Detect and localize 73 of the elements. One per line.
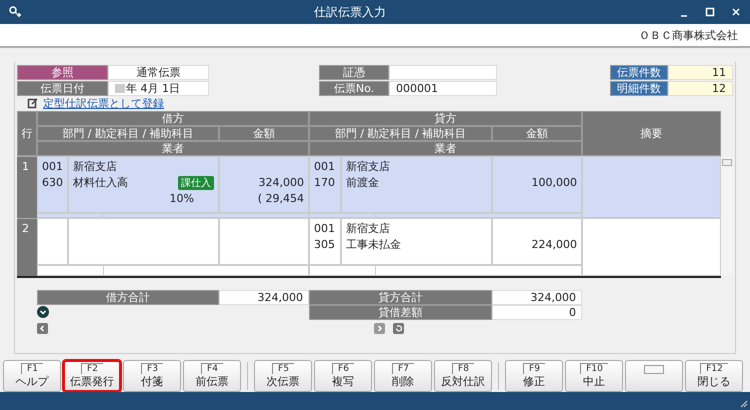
company-name: ＯＢＣ商事株式会社	[639, 28, 738, 42]
total-value: 324,000	[219, 290, 309, 305]
column-header: 金額	[219, 126, 309, 141]
total-label: 借方合計	[37, 290, 219, 305]
column-header: 部門 / 勘定科目 / 補助科目	[309, 126, 492, 141]
function-key[interactable]: F12 閉じる	[685, 360, 743, 392]
column-header: 金額	[492, 126, 582, 141]
date-field[interactable]: 年 4月 1日	[108, 81, 209, 96]
total-label: 貸方合計	[309, 290, 492, 305]
count-label: 明細件数	[610, 81, 668, 96]
column-header: 摘要	[582, 111, 721, 156]
function-key[interactable]	[625, 360, 683, 392]
department-code: 001	[314, 222, 336, 235]
amount: 224,000	[532, 238, 577, 251]
row-number: 2	[17, 218, 37, 276]
memo-cell[interactable]	[582, 218, 721, 276]
search-icon[interactable]	[8, 6, 22, 18]
function-key[interactable]: F8 反対仕訳	[434, 360, 492, 392]
tax-amount: ( 29,454	[258, 192, 304, 205]
function-key[interactable]: F2 伝票発行	[63, 360, 121, 392]
amount: 324,000	[258, 176, 304, 189]
tax-rate: 10%	[170, 192, 194, 205]
department-name: 新宿支店	[73, 159, 117, 174]
account-code: 170	[314, 176, 336, 189]
column-header: 行	[17, 111, 37, 156]
total-value: 0	[492, 304, 582, 320]
amount: 100,000	[532, 176, 577, 189]
count-label: 伝票件数	[610, 65, 668, 80]
department-code: 001	[314, 160, 336, 173]
window-title: 仕訳伝票入力	[313, 4, 387, 20]
column-header: 部門 / 勘定科目 / 補助科目	[37, 126, 219, 141]
function-key[interactable]: F10 中止	[565, 360, 623, 392]
account-code: 630	[42, 176, 63, 189]
field-label: 伝票No.	[319, 81, 389, 96]
resize-grip-icon[interactable]	[740, 400, 748, 408]
register-link[interactable]: 定型仕訳伝票として登録	[43, 96, 164, 110]
expand-icon[interactable]	[37, 306, 49, 318]
department-name: 新宿支店	[346, 221, 390, 236]
function-key[interactable]: F1 ヘルプ	[3, 360, 61, 392]
column-header: 借方	[37, 111, 309, 126]
function-key[interactable]: F6 複写	[314, 360, 372, 392]
row-number: 1	[17, 156, 37, 218]
total-value: 324,000	[492, 290, 582, 305]
count-value: 12	[668, 81, 733, 96]
scrollbar[interactable]	[721, 157, 733, 275]
field-value: 000001	[389, 81, 497, 96]
account-name: 工事未払金	[346, 237, 401, 252]
column-header: 業者	[309, 141, 582, 156]
department-name: 新宿支店	[346, 159, 390, 174]
account-name: 材料仕入高	[73, 175, 128, 190]
count-value: 11	[668, 65, 733, 80]
field-label: 伝票日付	[17, 81, 108, 96]
undo-icon[interactable]	[393, 322, 404, 334]
close-icon[interactable]	[730, 6, 742, 18]
function-key[interactable]: F3 付箋	[123, 360, 181, 392]
department-code: 001	[42, 160, 63, 173]
total-label: 貸借差額	[309, 304, 492, 320]
function-key[interactable]: F5 次伝票	[254, 360, 312, 392]
field-label: 参照	[17, 65, 108, 80]
voucher-field[interactable]	[389, 65, 497, 80]
function-key[interactable]: F7 削除	[374, 360, 432, 392]
maximize-icon[interactable]	[704, 6, 716, 18]
column-header: 業者	[37, 141, 309, 156]
function-key[interactable]: F9 修正	[505, 360, 563, 392]
field-value: 通常伝票	[108, 65, 209, 80]
field-label: 証憑	[319, 65, 389, 80]
account-name: 前渡金	[346, 175, 379, 190]
column-header: 貸方	[309, 111, 582, 126]
tax-category: 課仕入	[178, 176, 214, 190]
function-key[interactable]: F4 前伝票	[183, 360, 241, 392]
edit-icon[interactable]	[27, 97, 39, 109]
memo-cell[interactable]	[582, 156, 721, 218]
account-code: 305	[314, 238, 336, 251]
